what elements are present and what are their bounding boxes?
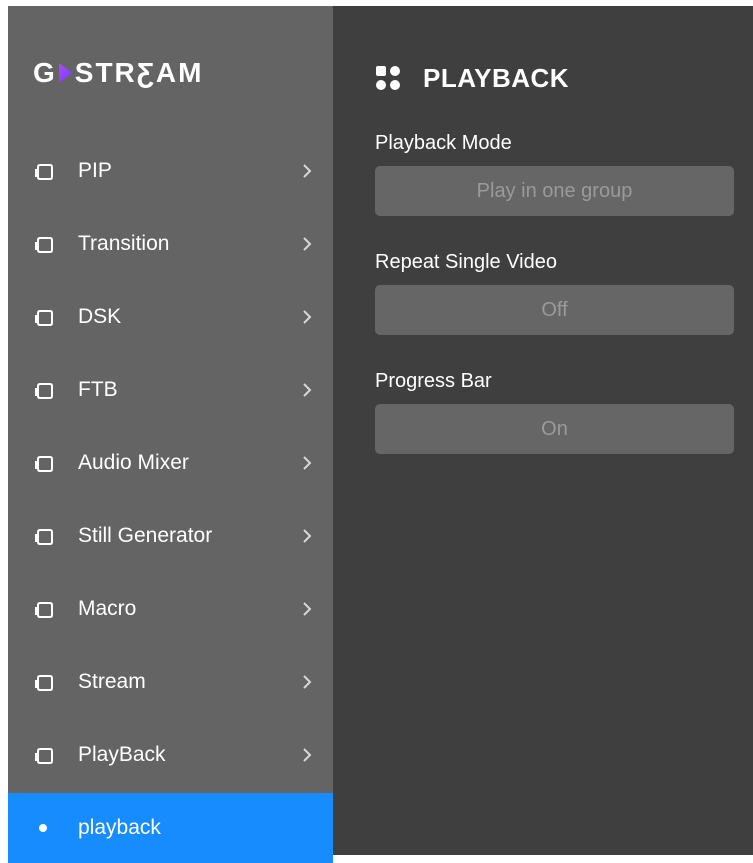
folder-icon xyxy=(35,455,53,472)
grid-icon xyxy=(376,66,400,90)
logo-text-left: G xyxy=(33,57,57,88)
sidebar-item-transition[interactable]: Transition xyxy=(8,207,333,280)
sidebar-item-label: FTB xyxy=(78,377,118,401)
sidebar-item-dsk[interactable]: DSK xyxy=(8,280,333,353)
progress-bar-field: Progress Bar On xyxy=(375,368,734,454)
chevron-right-icon xyxy=(303,528,312,543)
sidebar-subitem-playback-active[interactable]: playback xyxy=(8,793,333,863)
sidebar-subitem-label: playback xyxy=(78,816,161,839)
sidebar-item-pip[interactable]: PIP xyxy=(8,134,333,207)
progress-bar-toggle[interactable]: On xyxy=(375,404,734,454)
sidebar-item-still-generator[interactable]: Still Generator xyxy=(8,499,333,572)
folder-icon xyxy=(35,163,53,180)
sidebar-item-ftb[interactable]: FTB xyxy=(8,353,333,426)
sidebar-item-label: DSK xyxy=(78,304,122,328)
folder-icon xyxy=(35,382,53,399)
sidebar-item-label: Still Generator xyxy=(78,523,213,547)
folder-icon xyxy=(35,747,53,764)
chevron-right-icon xyxy=(303,309,312,324)
sidebar-menu: PIP Transition DSK FTB Audio Mixer Still… xyxy=(8,134,333,863)
folder-icon xyxy=(35,674,53,691)
chevron-right-icon xyxy=(303,674,312,689)
panel-title-text: PLAYBACK xyxy=(423,62,570,93)
playback-mode-field: Playback Mode Play in one group xyxy=(375,130,734,216)
sidebar-item-audio-mixer[interactable]: Audio Mixer xyxy=(8,426,333,499)
playback-mode-label: Playback Mode xyxy=(375,132,512,154)
sidebar-item-label: Audio Mixer xyxy=(78,450,189,474)
sidebar: G STRƸAM PIP Transition DSK FTB Audio Mi… xyxy=(8,6,333,863)
chevron-right-icon xyxy=(303,455,312,470)
dot-icon xyxy=(39,824,47,832)
logo-text-right: STRƸAM xyxy=(74,57,204,88)
chevron-right-icon xyxy=(303,747,312,762)
sidebar-item-macro[interactable]: Macro xyxy=(8,572,333,645)
sidebar-item-label: Transition xyxy=(78,231,170,255)
sidebar-item-playback[interactable]: PlayBack xyxy=(8,718,333,791)
repeat-single-video-label: Repeat Single Video xyxy=(375,251,557,273)
folder-icon xyxy=(35,528,53,545)
playback-mode-select[interactable]: Play in one group xyxy=(375,166,734,216)
sidebar-item-label: Stream xyxy=(78,669,146,693)
sidebar-item-label: PIP xyxy=(78,158,112,182)
repeat-single-video-field: Repeat Single Video Off xyxy=(375,249,734,335)
folder-icon xyxy=(35,236,53,253)
play-logo-icon xyxy=(58,63,73,83)
app-window: G STRƸAM PIP Transition DSK FTB Audio Mi… xyxy=(8,6,753,863)
logo: G STRƸAM xyxy=(33,56,203,90)
repeat-single-video-toggle[interactable]: Off xyxy=(375,285,734,335)
chevron-right-icon xyxy=(303,601,312,616)
chevron-right-icon xyxy=(303,236,312,251)
folder-icon xyxy=(35,309,53,326)
panel-title: PLAYBACK xyxy=(375,61,569,95)
settings-panel: PLAYBACK Playback Mode Play in one group… xyxy=(333,6,753,855)
sidebar-item-label: Macro xyxy=(78,596,137,620)
sidebar-item-stream[interactable]: Stream xyxy=(8,645,333,718)
progress-bar-label: Progress Bar xyxy=(375,370,492,392)
sidebar-item-label: PlayBack xyxy=(78,742,166,766)
chevron-right-icon xyxy=(303,382,312,397)
folder-icon xyxy=(35,601,53,618)
chevron-right-icon xyxy=(303,163,312,178)
